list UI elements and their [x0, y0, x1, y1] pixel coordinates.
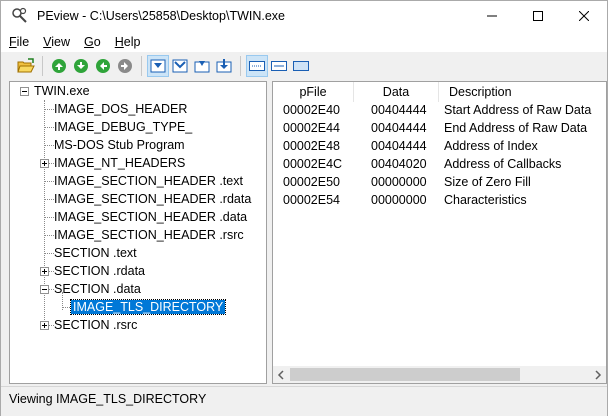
view-2-button[interactable] [169, 55, 191, 77]
expand-icon[interactable] [40, 321, 49, 330]
maximize-button[interactable] [515, 1, 561, 31]
tree-item[interactable]: SECTION .rsrc [54, 316, 137, 334]
table-row[interactable]: 00002E50 00000000 Size of Zero Fill [273, 173, 606, 191]
view-1-icon [150, 59, 166, 72]
tree-item[interactable]: IMAGE_DEBUG_TYPE_ [54, 118, 192, 136]
layout-3-button[interactable] [290, 55, 312, 77]
tree-connector [44, 235, 54, 236]
tree-item-root[interactable]: TWIN.exe [18, 82, 90, 100]
table-row[interactable]: 00002E4C 00404020 Address of Callbacks [273, 155, 606, 173]
tree-item[interactable]: SECTION .text [54, 244, 137, 262]
expand-icon[interactable] [40, 267, 49, 276]
down-icon [74, 58, 88, 73]
close-button[interactable] [561, 1, 607, 31]
layout-2-icon [271, 60, 287, 71]
scrollbar-thumb[interactable] [290, 368, 520, 381]
horizontal-scrollbar[interactable] [273, 366, 606, 383]
toolbar-separator [42, 55, 43, 76]
close-icon [579, 11, 589, 21]
minimize-icon [487, 15, 497, 17]
tree-item[interactable]: IMAGE_SECTION_HEADER .text [54, 172, 243, 190]
menu-help[interactable]: Help [107, 35, 147, 49]
tree-connector [44, 127, 54, 128]
tree-item[interactable]: MS-DOS Stub Program [54, 136, 185, 154]
forward-icon [118, 58, 132, 73]
view-2-icon [172, 59, 188, 72]
view-3-button[interactable] [191, 55, 213, 77]
title-bar: PEview - C:\Users\25858\Desktop\TWIN.exe [1, 1, 607, 31]
menu-go[interactable]: Go [76, 35, 107, 49]
view-4-icon [216, 58, 232, 72]
layout-1-icon [249, 60, 265, 71]
tree-connector [44, 199, 54, 200]
view-1-button[interactable] [147, 54, 169, 77]
scroll-right-icon[interactable] [594, 369, 602, 383]
menu-file[interactable]: File [1, 35, 35, 49]
tree-connector [44, 217, 54, 218]
menu-bar: File View Go Help [1, 31, 607, 52]
back-button[interactable] [92, 55, 114, 77]
app-window: PEview - C:\Users\25858\Desktop\TWIN.exe… [0, 0, 608, 416]
back-icon [96, 58, 110, 73]
table-row[interactable]: 00002E40 00404444 Start Address of Raw D… [273, 101, 606, 119]
peview-app-icon [11, 7, 29, 25]
column-header-data[interactable]: Data [354, 82, 439, 102]
down-button[interactable] [70, 55, 92, 77]
list-header: pFile Data Description [273, 82, 606, 102]
tree-item[interactable]: IMAGE_SECTION_HEADER .data [54, 208, 247, 226]
tree-connector [44, 109, 54, 110]
toolbar [1, 52, 607, 79]
up-icon [52, 58, 66, 73]
view-4-button[interactable] [213, 55, 235, 77]
column-header-description[interactable]: Description [439, 82, 606, 102]
tree-item[interactable]: IMAGE_SECTION_HEADER .rsrc [54, 226, 244, 244]
tree-item-selected[interactable]: IMAGE_TLS_DIRECTORY [69, 298, 227, 316]
layout-1-button[interactable] [246, 54, 268, 77]
layout-2-button[interactable] [268, 55, 290, 77]
collapse-icon[interactable] [40, 285, 49, 294]
scroll-left-icon[interactable] [277, 369, 285, 383]
tree-view[interactable]: TWIN.exe IMAGE_DOS_HEADER IMAGE_DEBUG_TY… [9, 81, 267, 384]
tree-item[interactable]: IMAGE_SECTION_HEADER .rdata [54, 190, 251, 208]
tree-connector [44, 181, 54, 182]
layout-3-icon [293, 60, 309, 71]
table-row[interactable]: 00002E44 00404444 End Address of Raw Dat… [273, 119, 606, 137]
minimize-button[interactable] [469, 1, 515, 31]
tree-item[interactable]: SECTION .data [54, 280, 141, 298]
forward-button[interactable] [114, 55, 136, 77]
toolbar-separator [240, 55, 241, 76]
status-text: Viewing IMAGE_TLS_DIRECTORY [9, 392, 207, 406]
tree-item[interactable]: IMAGE_DOS_HEADER [54, 100, 187, 118]
expand-icon[interactable] [40, 159, 49, 168]
view-3-icon [194, 60, 210, 72]
open-folder-icon [17, 57, 35, 72]
window-title: PEview - C:\Users\25858\Desktop\TWIN.exe [37, 9, 285, 23]
up-button[interactable] [48, 55, 70, 77]
toolbar-separator [141, 55, 142, 76]
table-row[interactable]: 00002E54 00000000 Characteristics [273, 191, 606, 209]
collapse-icon[interactable] [20, 87, 29, 96]
details-list[interactable]: pFile Data Description 00002E40 00404444… [272, 81, 607, 384]
tree-item[interactable]: SECTION .rdata [54, 262, 145, 280]
open-button[interactable] [15, 55, 37, 77]
status-bar: Viewing IMAGE_TLS_DIRECTORY [1, 386, 607, 416]
maximize-icon [533, 11, 543, 21]
tree-connector [44, 253, 54, 254]
tree-item[interactable]: IMAGE_NT_HEADERS [54, 154, 185, 172]
menu-view[interactable]: View [35, 35, 76, 49]
tree-connector [44, 145, 54, 146]
column-header-pfile[interactable]: pFile [273, 82, 354, 102]
table-row[interactable]: 00002E48 00404444 Address of Index [273, 137, 606, 155]
